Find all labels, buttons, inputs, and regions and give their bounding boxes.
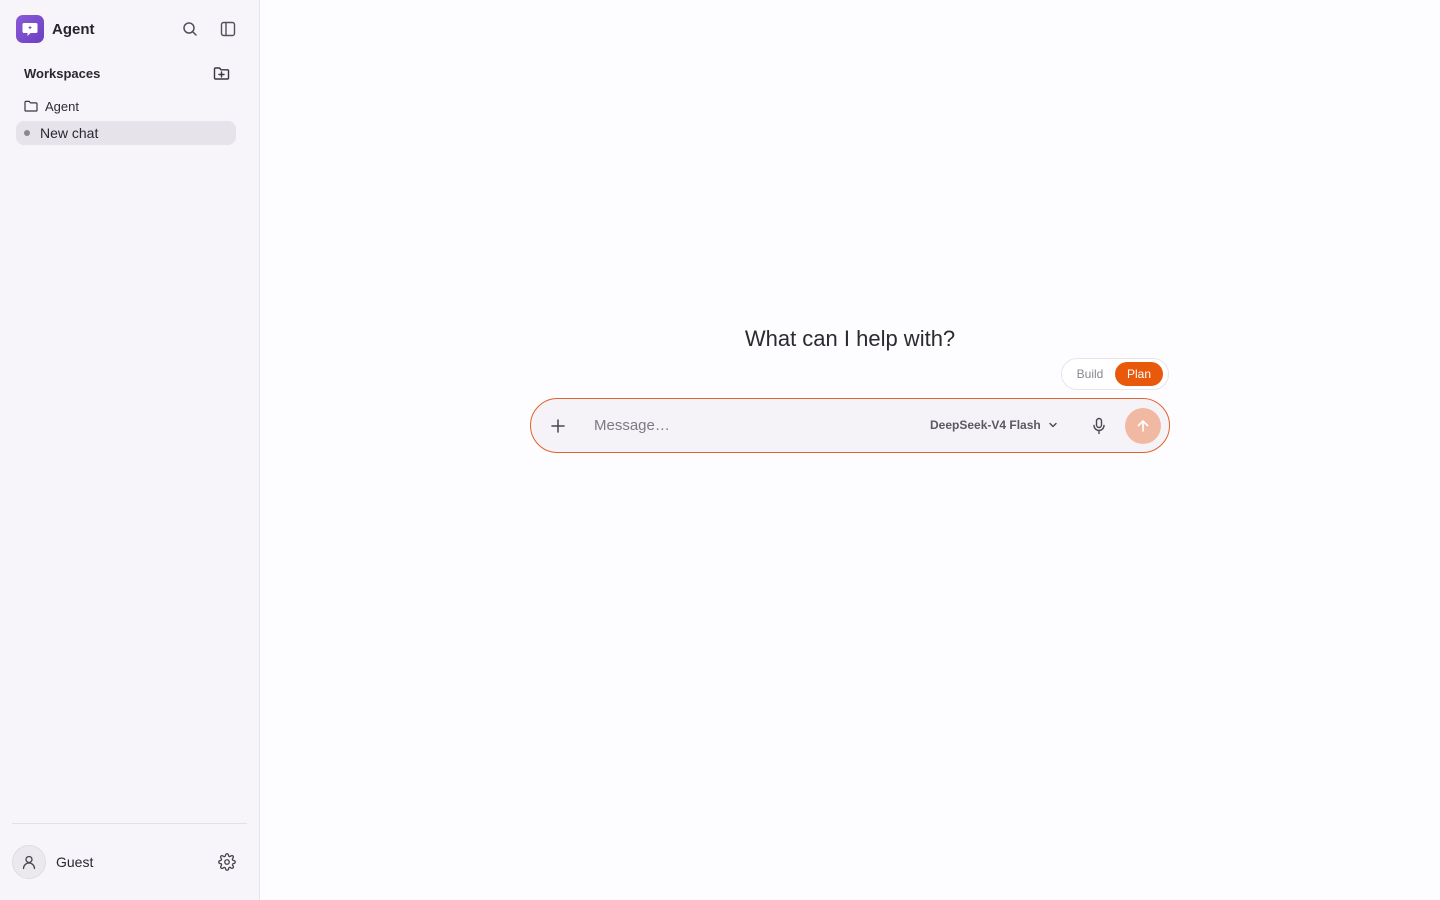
- sidebar-item-new-chat[interactable]: New chat: [16, 121, 236, 145]
- mode-build-button[interactable]: Build: [1065, 362, 1115, 386]
- app-window: Agent Workspaces Agent New chat Guest Wh…: [0, 0, 1440, 900]
- chat-label: New chat: [40, 125, 99, 141]
- mode-toggle: Build Plan: [1061, 358, 1169, 390]
- chat-status-dot: [24, 130, 30, 136]
- gear-icon: [218, 853, 236, 871]
- sidebar-toggle-button[interactable]: [217, 18, 239, 40]
- chevron-down-icon: [1047, 419, 1059, 431]
- folder-icon: [24, 99, 38, 113]
- main-area: What can I help with? Build Plan DeepSee…: [260, 0, 1440, 900]
- avatar[interactable]: [12, 845, 46, 879]
- search-icon: [183, 22, 197, 36]
- workspaces-label: Workspaces: [24, 65, 101, 81]
- sidebar-item-agent-folder[interactable]: Agent: [0, 92, 259, 120]
- model-selector[interactable]: DeepSeek-V4 Flash: [930, 418, 1059, 432]
- arrow-up-icon: [1137, 420, 1149, 432]
- sidebar-header: Agent: [0, 0, 259, 58]
- sidebar: Agent Workspaces Agent New chat Guest: [0, 0, 260, 900]
- user-name: Guest: [56, 854, 94, 870]
- user-icon: [22, 855, 36, 870]
- plus-icon: [551, 418, 565, 433]
- mode-plan-button[interactable]: Plan: [1115, 362, 1163, 386]
- app-title: Agent: [52, 20, 95, 38]
- folder-label: Agent: [45, 98, 79, 114]
- workspaces-header: Workspaces: [0, 58, 259, 88]
- attach-button[interactable]: [546, 414, 570, 438]
- sidebar-panel-icon: [220, 21, 236, 37]
- message-composer: DeepSeek-V4 Flash: [530, 398, 1170, 453]
- chat-bubble-sparkle-icon: [16, 15, 44, 43]
- settings-button[interactable]: [215, 850, 239, 874]
- model-name: DeepSeek-V4 Flash: [930, 418, 1041, 432]
- send-button[interactable]: [1125, 408, 1161, 444]
- microphone-icon: [1093, 417, 1105, 435]
- folder-plus-icon: [213, 66, 229, 80]
- message-input[interactable]: [594, 413, 914, 438]
- microphone-button[interactable]: [1089, 415, 1109, 437]
- search-button[interactable]: [179, 18, 201, 40]
- sidebar-footer: Guest: [12, 823, 247, 900]
- page-title: What can I help with?: [744, 326, 956, 351]
- new-workspace-button[interactable]: [210, 62, 232, 84]
